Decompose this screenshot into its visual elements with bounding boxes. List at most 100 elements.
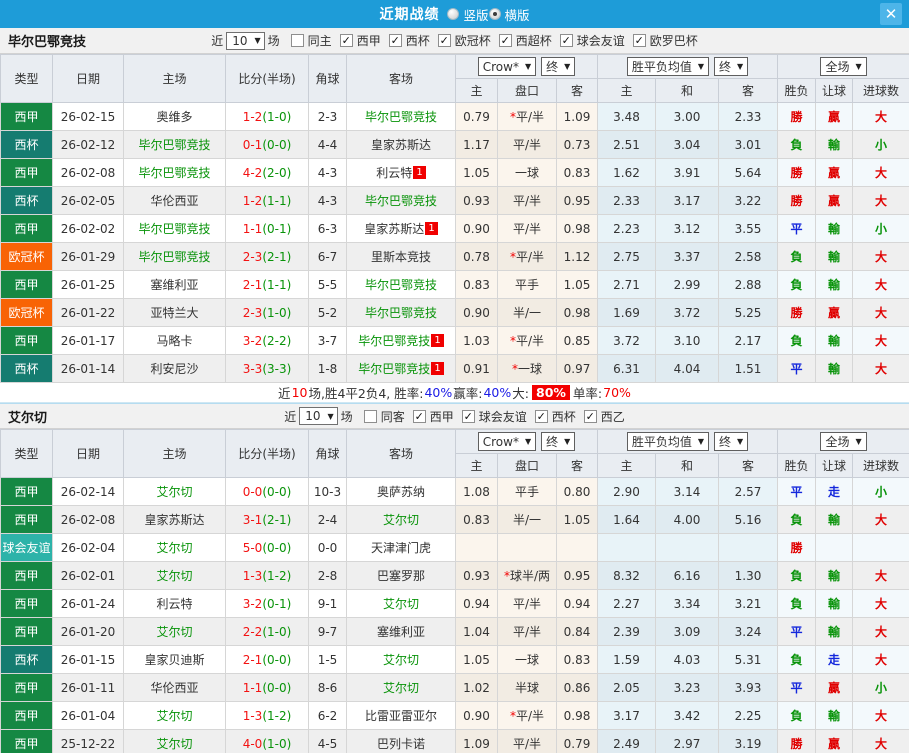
table-row: 西甲 26-01-17 马略卡 3-2(2-2) 3-7 毕尔巴鄂竞技 1 1.03 *平/半 0… (0, 326, 909, 355)
handicap-home-odds: 0.90 (455, 701, 498, 730)
table-row: 西杯 26-01-15 皇家贝迪斯 2-1(0-0) 1-5 艾尔切 1.05 一球 0.83 1… (0, 645, 909, 674)
away-team: 艾尔切 (346, 505, 456, 534)
team-sections: 毕尔巴鄂竞技近 10 ▼ 场同主 ✓ 西甲 ✓ 西杯 ✓ 欧冠杯 ✓ 西超杯 ✓ 球会友谊 ✓ 欧罗巴杯 类型日… (0, 28, 909, 753)
odds-company-dropdown[interactable]: Crow* ▼ (477, 57, 537, 76)
dropdown-label: 终 (719, 60, 732, 74)
mean-home-odds: 8.32 (597, 561, 657, 590)
match-count-select[interactable]: 10 ▼ (226, 31, 265, 50)
period-dropdown[interactable]: 全场 ▼ (820, 57, 867, 76)
league-checkbox-欧冠杯[interactable]: ✓ (437, 34, 451, 47)
games-label: 场 (340, 409, 353, 424)
league-checkbox-球会友谊[interactable]: ✓ (559, 34, 573, 47)
halftime-score: (1-1) (262, 193, 292, 208)
mean-draw-odds: 4.00 (655, 505, 720, 534)
table-row: 西甲 26-01-24 利云特 3-2(0-1) 9-1 艾尔切 0.94 平/半 0.94 2.… (0, 589, 909, 618)
league-checkbox-西杯[interactable]: ✓ (534, 409, 548, 423)
type-badge: 西甲 (0, 326, 53, 355)
mean-final-dropdown[interactable]: 终 ▼ (714, 432, 749, 451)
result-handicap-value: 贏 (828, 306, 841, 320)
home-team-name: 塞维利亚 (150, 278, 199, 292)
summary-part: 40% (424, 385, 453, 400)
result-handicap: 走 (815, 645, 854, 674)
mean-away-odds: 5.25 (718, 298, 779, 327)
match-count-value: 10 (305, 409, 321, 423)
away-team: 利云特 1 (346, 158, 456, 187)
mean-final-dropdown[interactable]: 终 ▼ (714, 57, 749, 76)
result-goals: 大 (852, 561, 909, 590)
mean-away-odds: 3.21 (718, 589, 779, 618)
halftime-score: (1-2) (262, 568, 292, 583)
halftime-score: (2-2) (262, 333, 292, 348)
result-goals: 小 (852, 130, 909, 159)
result-goals: 大 (852, 270, 909, 299)
away-team-name: 毕尔巴鄂竞技 (364, 306, 437, 320)
match-date: 26-02-02 (52, 214, 124, 243)
result-outcome-value: 勝 (790, 306, 803, 320)
result-outcome-value: 負 (790, 138, 803, 152)
titlebar: 近期战绩 竖版 横版 ✕ (0, 0, 909, 28)
handicap-line: 一球 (497, 158, 557, 187)
close-button[interactable]: ✕ (880, 3, 902, 25)
summary-part: 单率: (572, 386, 603, 401)
table-row: 西甲 26-02-08 毕尔巴鄂竞技 4-2(2-0) 4-3 利云特 1 1.05 一球 0.8… (0, 158, 909, 187)
score: 1-2(1-0) (225, 102, 309, 131)
match-date: 26-02-14 (52, 477, 124, 506)
layout-radio-horizontal[interactable]: 横版 (488, 5, 530, 24)
filter-group: 近 10 ▼ 场同主 ✓ 西甲 ✓ 西杯 ✓ 欧冠杯 ✓ 西超杯 ✓ 球会友谊 ✓ 欧罗巴杯 (211, 31, 698, 50)
league-checkbox-球会友谊[interactable]: ✓ (461, 409, 475, 423)
handicap-home-odds (455, 533, 498, 562)
home-team: 毕尔巴鄂竞技 (123, 242, 226, 271)
same-venue-checkbox[interactable] (363, 409, 377, 423)
layout-radio-vertical[interactable]: 竖版 (447, 5, 489, 24)
mean-home-odds: 2.51 (597, 130, 657, 159)
league-checkbox-欧罗巴杯[interactable]: ✓ (632, 34, 646, 47)
type-badge: 西甲 (0, 617, 53, 646)
league-checkbox-西乙[interactable]: ✓ (583, 409, 597, 423)
header-mean-group: 胜平负均值 ▼ 终 ▼ (597, 54, 779, 79)
home-team-name: 艾尔切 (156, 625, 193, 639)
handicap-line: *平/半 (497, 242, 557, 271)
league-checkbox-西杯[interactable]: ✓ (388, 34, 402, 47)
home-team: 利云特 (123, 589, 226, 618)
league-checkbox-西超杯[interactable]: ✓ (498, 34, 512, 47)
table-row: 西甲 26-02-02 毕尔巴鄂竞技 1-1(0-1) 6-3 皇家苏斯达 1 0.90 平/半… (0, 214, 909, 243)
chevron-down-icon: ▼ (564, 62, 571, 71)
away-team-name: 艾尔切 (382, 653, 419, 667)
odds-final-dropdown[interactable]: 终 ▼ (541, 432, 576, 451)
handicap-line: 平手 (497, 270, 557, 299)
period-dropdown[interactable]: 全场 ▼ (820, 432, 867, 451)
header-result-group: 全场 ▼ (777, 429, 909, 454)
mean-draw-odds: 2.97 (655, 729, 720, 753)
league-checkbox-西甲[interactable]: ✓ (412, 409, 426, 423)
result-goals: 大 (852, 589, 909, 618)
odds-company-dropdown[interactable]: Crow* ▼ (477, 432, 537, 451)
handicap-line-text: 平/半 (512, 597, 542, 611)
league-checkbox-西甲[interactable]: ✓ (339, 34, 353, 47)
result-outcome: 勝 (777, 298, 817, 327)
home-team-name: 毕尔巴鄂竞技 (138, 138, 211, 152)
corner-score: 8-6 (308, 673, 347, 702)
odds-final-dropdown[interactable]: 终 ▼ (541, 57, 576, 76)
mean-home-odds: 1.59 (597, 645, 657, 674)
handicap-line: 半球 (497, 673, 557, 702)
match-count-select[interactable]: 10 ▼ (299, 407, 338, 425)
corner-score: 4-5 (308, 729, 347, 753)
result-outcome-value: 勝 (790, 110, 803, 124)
corner-score: 2-4 (308, 505, 347, 534)
handicap-home-odds: 1.04 (455, 617, 498, 646)
table-row: 西杯 26-01-14 利安尼沙 3-3(3-3) 1-8 毕尔巴鄂竞技 1 0.91 *一球 0… (0, 354, 909, 383)
away-team: 毕尔巴鄂竞技 (346, 298, 456, 327)
result-goals-value: 大 (875, 597, 888, 611)
mean-odds-dropdown[interactable]: 胜平负均值 ▼ (626, 432, 710, 451)
header-mean-sub-0: 主 (597, 78, 657, 103)
result-handicap-value: 輸 (828, 362, 841, 376)
handicap-home-odds: 1.17 (455, 130, 498, 159)
same-venue-checkbox[interactable] (290, 34, 304, 47)
handicap-line-text: 平/半 (512, 625, 542, 639)
away-team: 皇家苏斯达 (346, 130, 456, 159)
handicap-line: *球半/两 (497, 561, 557, 590)
handicap-away-odds: 1.05 (555, 505, 599, 534)
result-outcome-value: 平 (790, 625, 803, 639)
mean-odds-dropdown[interactable]: 胜平负均值 ▼ (626, 57, 710, 76)
result-handicap: 輸 (815, 270, 854, 299)
